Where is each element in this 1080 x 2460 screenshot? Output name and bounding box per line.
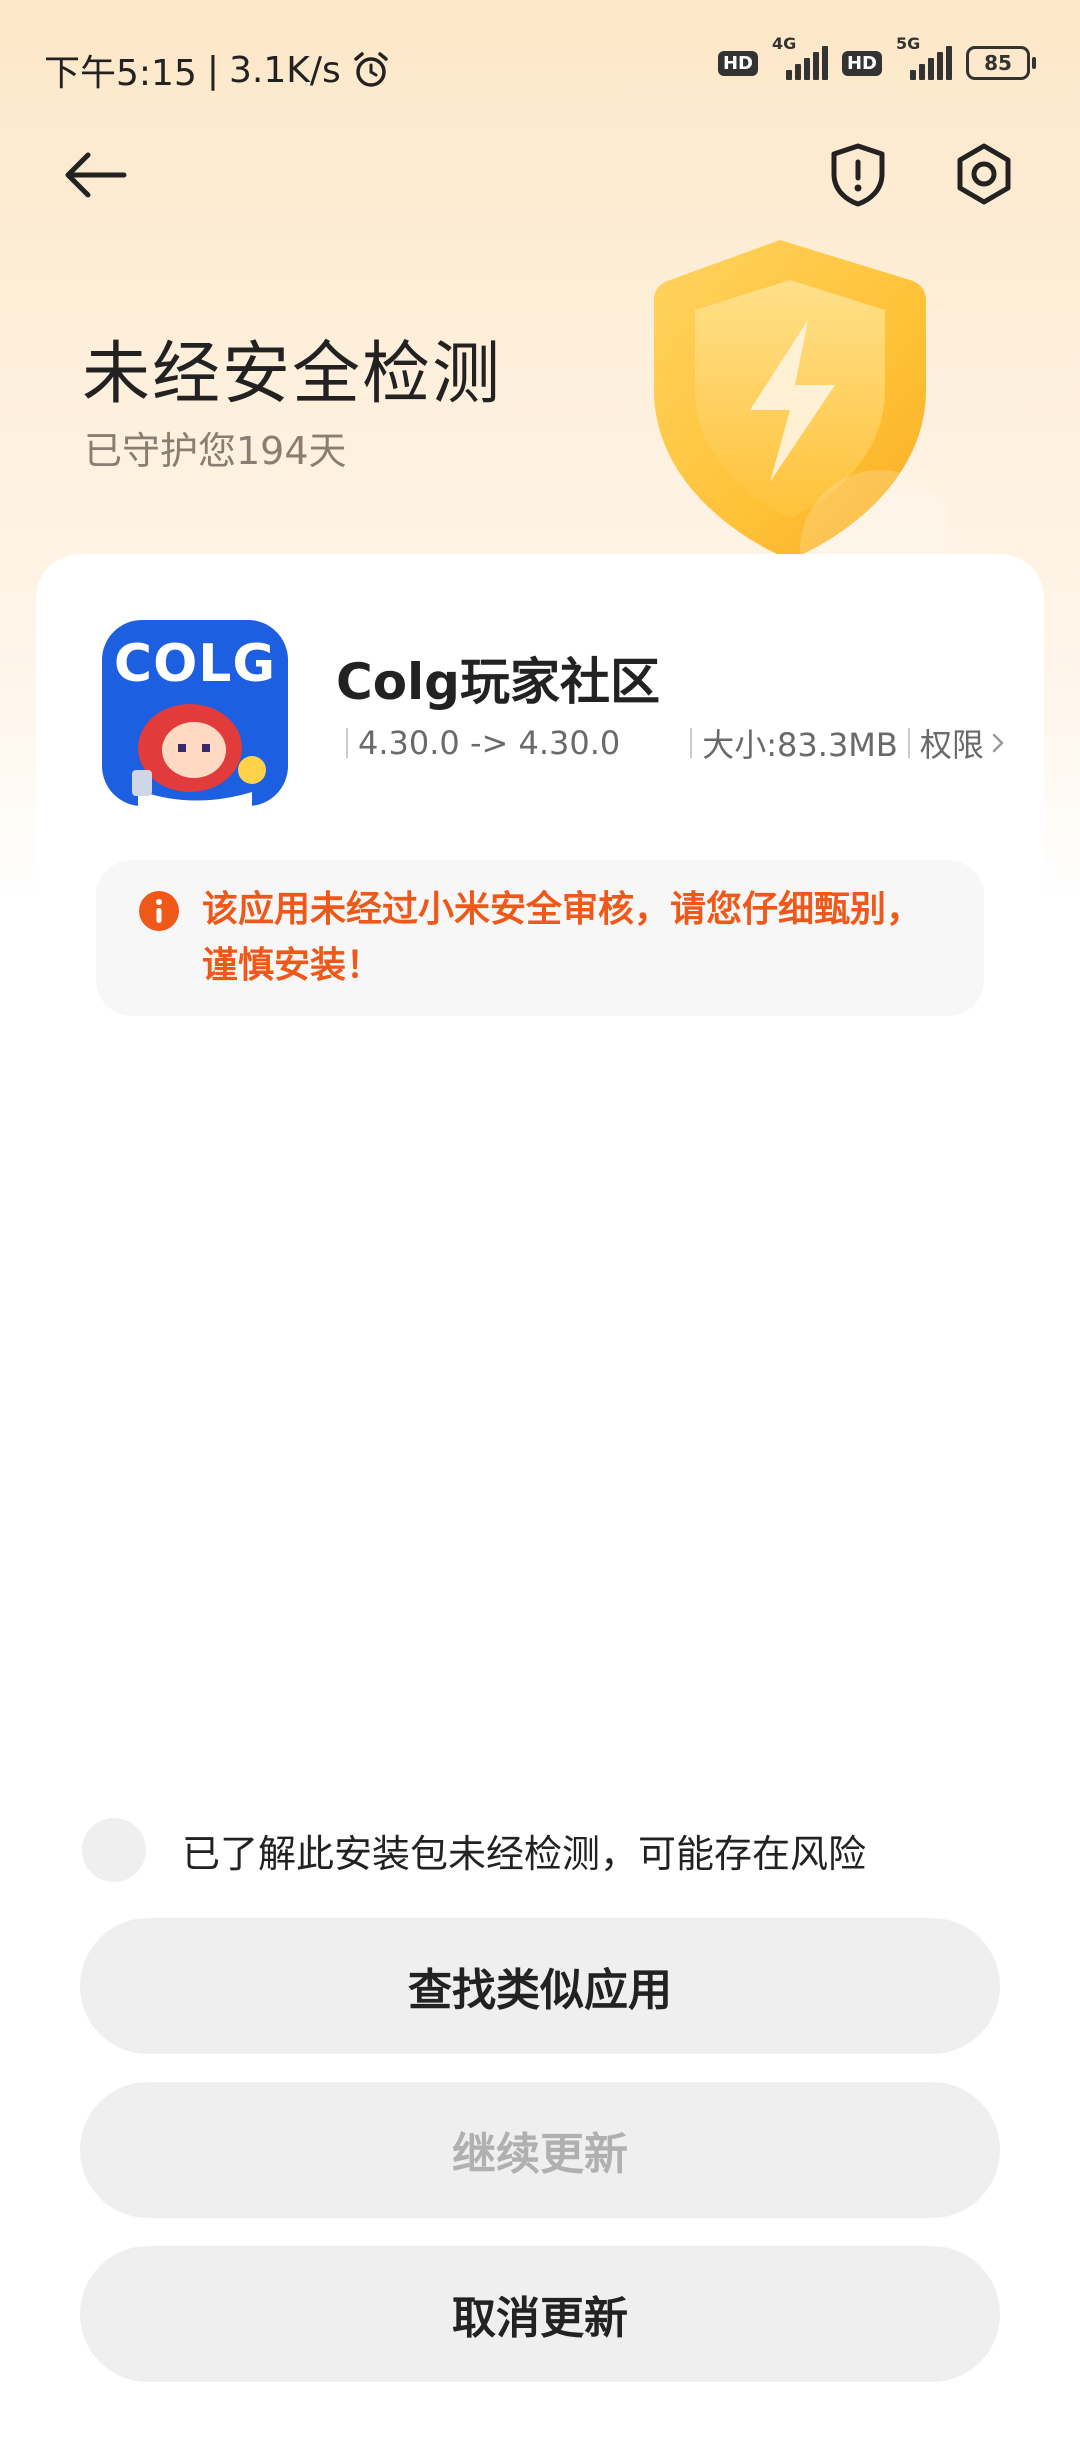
app-icon-character	[132, 704, 266, 806]
shield-lightning-icon	[654, 240, 950, 580]
settings-icon[interactable]	[952, 142, 1016, 206]
status-bar: 下午5:15 | 3.1K/s HD 4G HD 5G 85	[0, 0, 1080, 140]
warning-box: 该应用未经过小米安全审核，请您仔细甄别，谨慎安装！	[96, 860, 984, 1016]
network-type-1: 4G	[771, 34, 797, 53]
page-title: 未经安全检测	[82, 335, 503, 414]
back-arrow-icon[interactable]	[60, 150, 130, 200]
alarm-icon	[353, 52, 388, 87]
signal-icon-1: 4G	[772, 34, 828, 80]
warning-text: 该应用未经过小米安全审核，请您仔细甄别，谨慎安装！	[202, 889, 923, 986]
app-version: 4.30.0 -> 4.30.0	[358, 724, 621, 762]
app-name: Colg玩家社区	[336, 653, 660, 711]
meta-divider	[907, 728, 910, 758]
cancel-update-button[interactable]: 取消更新	[80, 2246, 1000, 2382]
status-time: 下午5:15	[44, 53, 197, 94]
find-similar-button[interactable]: 查找类似应用	[80, 1918, 1000, 2054]
network-speed: 3.1K/s	[228, 49, 341, 91]
app-size: 大小:83.3MB	[702, 726, 898, 764]
status-right: HD 4G HD 5G 85	[717, 34, 1036, 80]
permissions-link[interactable]: 权限	[920, 720, 1006, 766]
permissions-label: 权限	[919, 726, 984, 764]
chevron-right-icon	[992, 733, 1004, 753]
acknowledge-checkbox[interactable]	[82, 1818, 146, 1882]
hd-badge-1: HD	[717, 50, 758, 76]
battery-icon: 85	[966, 46, 1036, 80]
app-meta: 4.30.0 -> 4.30.0 大小:83.3MB 权限	[336, 720, 1006, 766]
continue-update-button[interactable]: 继续更新	[80, 2082, 1000, 2218]
meta-divider	[346, 728, 348, 758]
acknowledge-row[interactable]: 已了解此安装包未经检测，可能存在风险	[82, 1818, 866, 1882]
status-left: 下午5:15 | 3.1K/s	[44, 44, 391, 96]
signal-icon-2: 5G	[896, 34, 952, 80]
protected-days: 已守护您194天	[84, 429, 347, 473]
status-divider: |	[206, 49, 219, 91]
info-icon	[139, 891, 179, 931]
acknowledge-text: 已了解此安装包未经检测，可能存在风险	[182, 1831, 867, 1876]
app-icon: COLG	[102, 620, 288, 806]
battery-level: 85	[984, 51, 1012, 75]
hd-badge-2: HD	[841, 50, 882, 76]
shield-alert-icon[interactable]	[828, 142, 888, 208]
meta-divider	[690, 728, 693, 758]
network-type-2: 5G	[896, 34, 921, 53]
